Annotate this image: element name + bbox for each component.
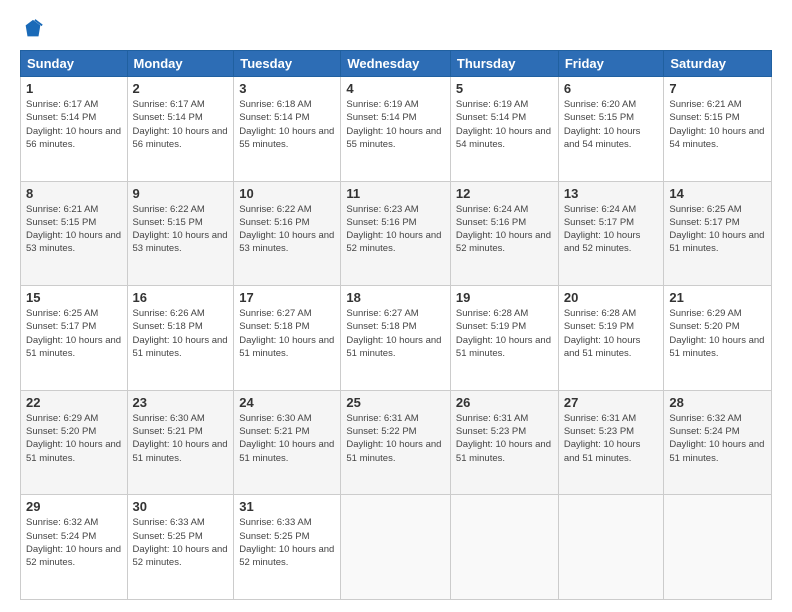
table-row: [341, 495, 451, 600]
table-row: 30Sunrise: 6:33 AMSunset: 5:25 PMDayligh…: [127, 495, 234, 600]
table-row: 16Sunrise: 6:26 AMSunset: 5:18 PMDayligh…: [127, 286, 234, 391]
logo: [20, 18, 44, 40]
table-row: 2Sunrise: 6:17 AMSunset: 5:14 PMDaylight…: [127, 77, 234, 182]
table-row: 5Sunrise: 6:19 AMSunset: 5:14 PMDaylight…: [450, 77, 558, 182]
table-row: 28Sunrise: 6:32 AMSunset: 5:24 PMDayligh…: [664, 390, 772, 495]
table-row: 31Sunrise: 6:33 AMSunset: 5:25 PMDayligh…: [234, 495, 341, 600]
table-row: 9Sunrise: 6:22 AMSunset: 5:15 PMDaylight…: [127, 181, 234, 286]
col-friday: Friday: [558, 51, 664, 77]
table-row: 15Sunrise: 6:25 AMSunset: 5:17 PMDayligh…: [21, 286, 128, 391]
week-row-5: 29Sunrise: 6:32 AMSunset: 5:24 PMDayligh…: [21, 495, 772, 600]
table-row: 1Sunrise: 6:17 AMSunset: 5:14 PMDaylight…: [21, 77, 128, 182]
table-row: 6Sunrise: 6:20 AMSunset: 5:15 PMDaylight…: [558, 77, 664, 182]
table-row: 18Sunrise: 6:27 AMSunset: 5:18 PMDayligh…: [341, 286, 451, 391]
header: [20, 18, 772, 40]
col-wednesday: Wednesday: [341, 51, 451, 77]
table-row: 10Sunrise: 6:22 AMSunset: 5:16 PMDayligh…: [234, 181, 341, 286]
table-row: 19Sunrise: 6:28 AMSunset: 5:19 PMDayligh…: [450, 286, 558, 391]
table-row: 20Sunrise: 6:28 AMSunset: 5:19 PMDayligh…: [558, 286, 664, 391]
logo-icon: [22, 18, 44, 40]
col-sunday: Sunday: [21, 51, 128, 77]
table-row: 22Sunrise: 6:29 AMSunset: 5:20 PMDayligh…: [21, 390, 128, 495]
week-row-3: 15Sunrise: 6:25 AMSunset: 5:17 PMDayligh…: [21, 286, 772, 391]
col-tuesday: Tuesday: [234, 51, 341, 77]
table-row: 12Sunrise: 6:24 AMSunset: 5:16 PMDayligh…: [450, 181, 558, 286]
table-row: 11Sunrise: 6:23 AMSunset: 5:16 PMDayligh…: [341, 181, 451, 286]
table-row: 14Sunrise: 6:25 AMSunset: 5:17 PMDayligh…: [664, 181, 772, 286]
table-row: 26Sunrise: 6:31 AMSunset: 5:23 PMDayligh…: [450, 390, 558, 495]
table-row: 24Sunrise: 6:30 AMSunset: 5:21 PMDayligh…: [234, 390, 341, 495]
table-row: 4Sunrise: 6:19 AMSunset: 5:14 PMDaylight…: [341, 77, 451, 182]
header-row: Sunday Monday Tuesday Wednesday Thursday…: [21, 51, 772, 77]
table-row: 17Sunrise: 6:27 AMSunset: 5:18 PMDayligh…: [234, 286, 341, 391]
week-row-4: 22Sunrise: 6:29 AMSunset: 5:20 PMDayligh…: [21, 390, 772, 495]
table-row: 7Sunrise: 6:21 AMSunset: 5:15 PMDaylight…: [664, 77, 772, 182]
week-row-1: 1Sunrise: 6:17 AMSunset: 5:14 PMDaylight…: [21, 77, 772, 182]
table-row: 29Sunrise: 6:32 AMSunset: 5:24 PMDayligh…: [21, 495, 128, 600]
table-row: [664, 495, 772, 600]
col-monday: Monday: [127, 51, 234, 77]
col-saturday: Saturday: [664, 51, 772, 77]
calendar-table: Sunday Monday Tuesday Wednesday Thursday…: [20, 50, 772, 600]
week-row-2: 8Sunrise: 6:21 AMSunset: 5:15 PMDaylight…: [21, 181, 772, 286]
table-row: 8Sunrise: 6:21 AMSunset: 5:15 PMDaylight…: [21, 181, 128, 286]
table-row: 13Sunrise: 6:24 AMSunset: 5:17 PMDayligh…: [558, 181, 664, 286]
table-row: 3Sunrise: 6:18 AMSunset: 5:14 PMDaylight…: [234, 77, 341, 182]
table-row: 25Sunrise: 6:31 AMSunset: 5:22 PMDayligh…: [341, 390, 451, 495]
col-thursday: Thursday: [450, 51, 558, 77]
table-row: 21Sunrise: 6:29 AMSunset: 5:20 PMDayligh…: [664, 286, 772, 391]
table-row: 27Sunrise: 6:31 AMSunset: 5:23 PMDayligh…: [558, 390, 664, 495]
logo-text: [20, 18, 44, 40]
table-row: [450, 495, 558, 600]
table-row: 23Sunrise: 6:30 AMSunset: 5:21 PMDayligh…: [127, 390, 234, 495]
page: Sunday Monday Tuesday Wednesday Thursday…: [0, 0, 792, 612]
table-row: [558, 495, 664, 600]
